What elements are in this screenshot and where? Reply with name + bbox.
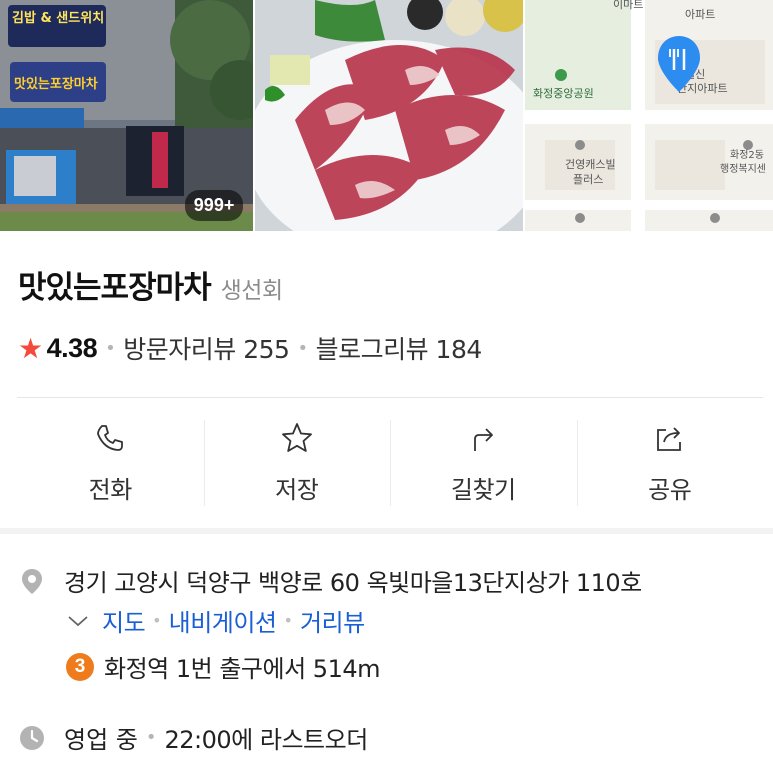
clock-icon (20, 725, 44, 750)
map-label-villa: 건영캐스빌 (565, 158, 616, 171)
blog-reviews-link[interactable]: 블로그리뷰 184 (316, 330, 483, 366)
star-icon (281, 423, 312, 452)
rating-score: 4.38 (46, 332, 98, 363)
hours-row[interactable]: 영업 중 • 22:00에 라스트오더 (18, 720, 368, 755)
directions-label: 길찾기 (450, 476, 516, 504)
photo-count-badge[interactable]: 999+ (184, 190, 244, 221)
food-photo-image (255, 0, 523, 231)
call-button[interactable]: 전화 (17, 398, 204, 527)
separator-dot: • (145, 727, 157, 748)
save-button[interactable]: 저장 (203, 398, 391, 527)
phone-icon (97, 425, 124, 451)
visitor-reviews-link[interactable]: 방문자리뷰 255 (123, 330, 290, 366)
last-order-time: 22:00에 라스트오더 (164, 726, 369, 754)
place-name: 맛있는포장마차 (18, 270, 212, 306)
separator-dot: • (283, 611, 293, 630)
subway-line-badge: 3 (66, 652, 94, 681)
place-category: 생선회 (220, 278, 283, 304)
share-button[interactable]: 공유 (576, 398, 764, 527)
street-view-link[interactable]: 거리뷰 (300, 603, 365, 638)
directions-button[interactable]: 길찾기 (390, 398, 577, 527)
store-sign-1: 김밥 & 샌드위치 (12, 10, 104, 26)
chevron-down-icon[interactable] (66, 613, 90, 629)
photo-strip[interactable]: 김밥 & 샌드위치 맛있는포장마차 999+ 화정중앙공원 일신 단지아파트 아… (0, 0, 773, 231)
rating-row: ★ 4.38 • 방문자리뷰 255 • 블로그리뷰 184 (18, 330, 482, 366)
subway-row: 3 화정역 1번 출구에서 514m (66, 649, 380, 684)
station-distance: 화정역 1번 출구에서 514m (104, 655, 380, 683)
map-label-office1: 화정2동 (730, 149, 764, 161)
store-sign-2: 맛있는포장마차 (14, 76, 98, 92)
store-photo[interactable]: 김밥 & 샌드위치 맛있는포장마차 999+ (0, 0, 254, 231)
separator-dot: • (297, 337, 308, 359)
star-rating-icon: ★ (18, 331, 43, 365)
map-label-park: 화정중앙공원 (533, 87, 594, 100)
mini-map-image: 화정중앙공원 일신 단지아파트 아파트 이마트 건영캐스빌 플러스 화정2동 행… (524, 0, 773, 231)
action-bar: 전화 저장 길찾기 공유 (17, 397, 763, 527)
map-label-villa2: 플러스 (573, 173, 603, 186)
location-pin-icon (22, 568, 42, 594)
map-link[interactable]: 지도 (102, 603, 146, 638)
address-links: 지도 • 내비게이션 • 거리뷰 (66, 603, 365, 638)
map-label-apt-top: 아파트 (685, 8, 715, 21)
map-label-mart: 이마트 (613, 0, 643, 11)
call-label: 전화 (88, 476, 133, 504)
separator-dot: • (152, 611, 162, 630)
separator-dot: • (105, 337, 116, 359)
map-label-office2: 행정복지센 (720, 163, 766, 175)
save-label: 저장 (275, 476, 319, 504)
address-text: 경기 고양시 덕양구 백양로 60 옥빛마을13단지상가 110호 (64, 569, 642, 597)
share-icon (656, 427, 681, 451)
food-photo[interactable] (255, 0, 523, 231)
address-row[interactable]: 경기 고양시 덕양구 백양로 60 옥빛마을13단지상가 110호 (18, 563, 642, 598)
hours-status: 영업 중 (64, 726, 138, 754)
directions-icon (474, 428, 494, 451)
section-divider (0, 528, 773, 534)
title-row: 맛있는포장마차 생선회 (18, 262, 283, 307)
navigation-link[interactable]: 내비게이션 (169, 603, 277, 638)
mini-map[interactable]: 화정중앙공원 일신 단지아파트 아파트 이마트 건영캐스빌 플러스 화정2동 행… (524, 0, 773, 231)
share-label: 공유 (648, 476, 692, 504)
